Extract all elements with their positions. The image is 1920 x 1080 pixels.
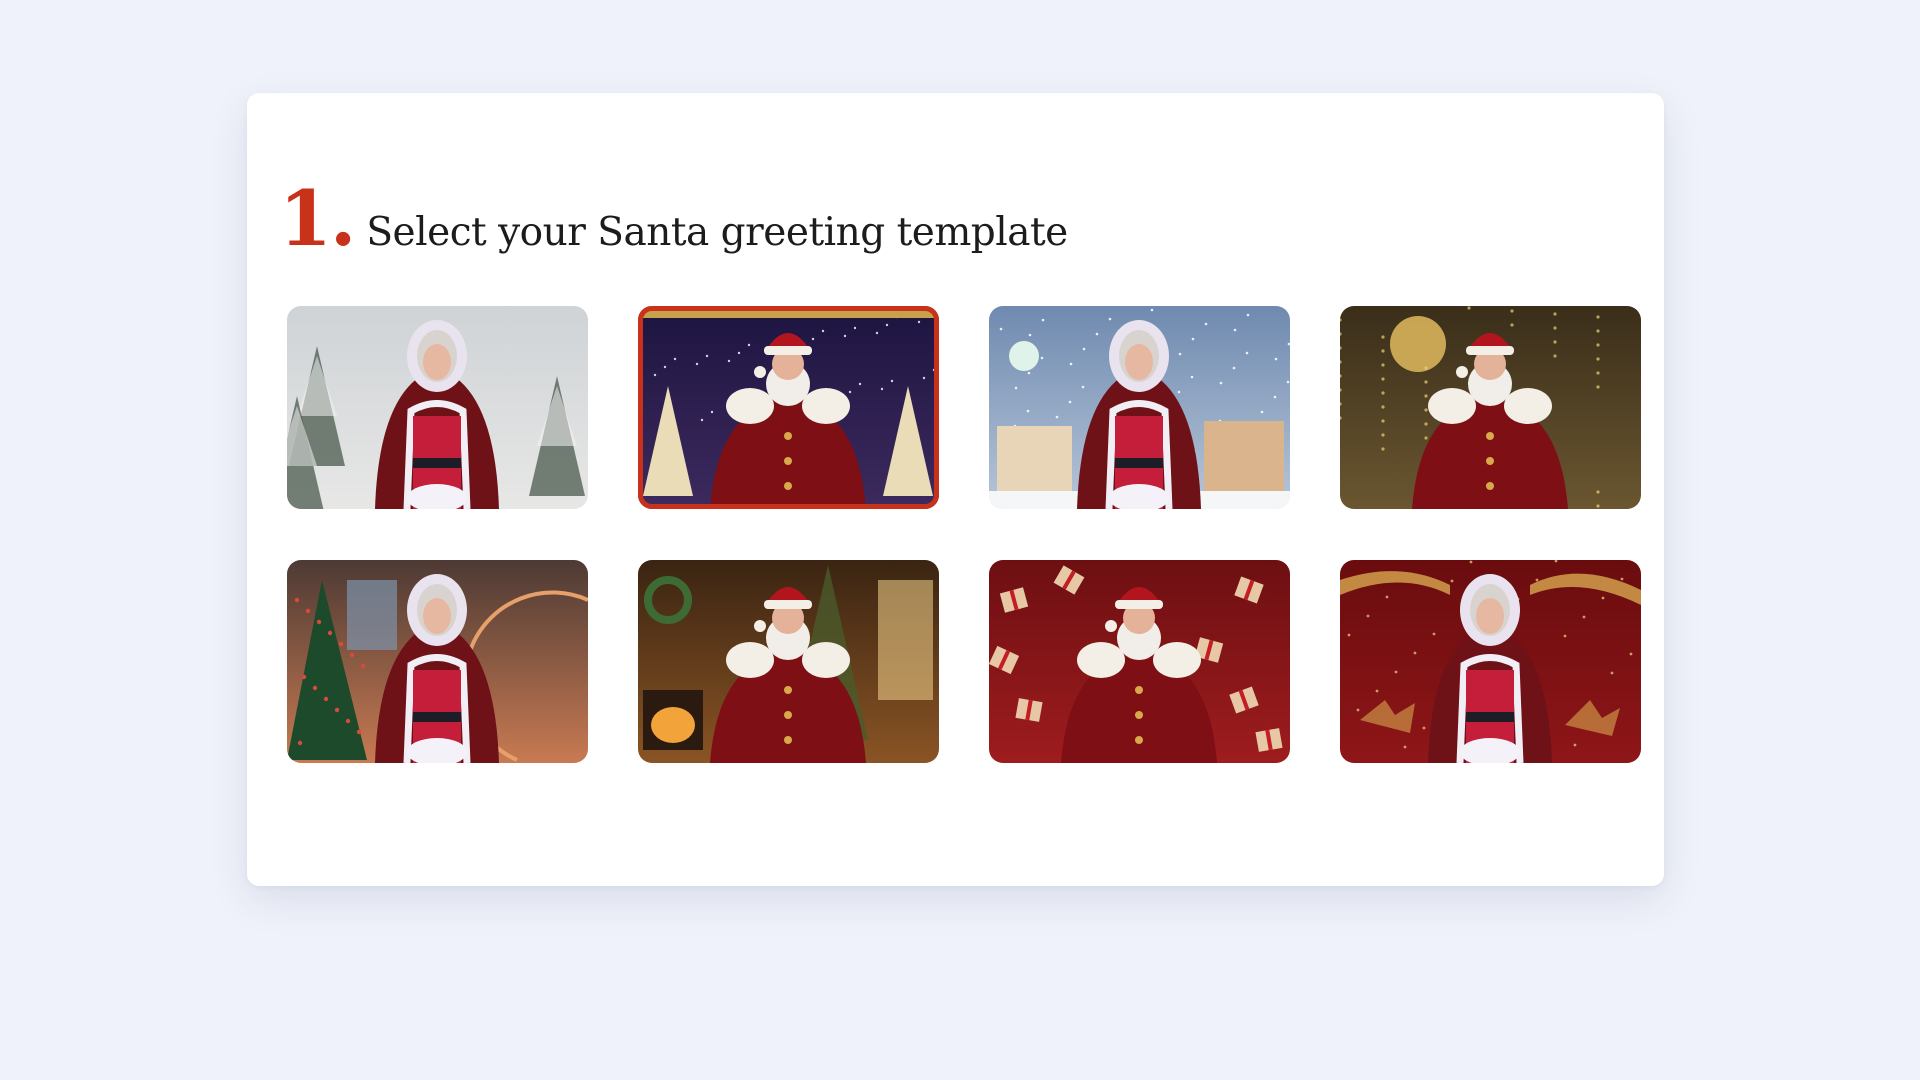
template-thumbnail[interactable] [287,560,588,763]
step-heading: 1. Select your Santa greeting template [279,181,1068,257]
template-thumbnail[interactable] [1340,560,1641,763]
template-grid [287,306,1641,763]
template-thumbnail[interactable] [1340,306,1641,509]
template-preview-image [287,560,588,763]
template-thumbnail[interactable] [287,306,588,509]
template-preview-image [1340,306,1641,509]
template-preview-image [638,306,939,509]
template-preview-image [989,560,1290,763]
template-preview-image [638,560,939,763]
template-preview-image [989,306,1290,509]
template-thumbnail[interactable] [989,560,1290,763]
template-thumbnail[interactable] [638,560,939,763]
step-number: 1. [279,174,356,263]
template-thumbnail[interactable] [989,306,1290,509]
step-title: Select your Santa greeting template [366,210,1068,255]
template-preview-image [287,306,588,509]
template-card: 1. Select your Santa greeting template [247,93,1664,886]
template-thumbnail[interactable] [638,306,939,509]
template-preview-image [1340,560,1641,763]
